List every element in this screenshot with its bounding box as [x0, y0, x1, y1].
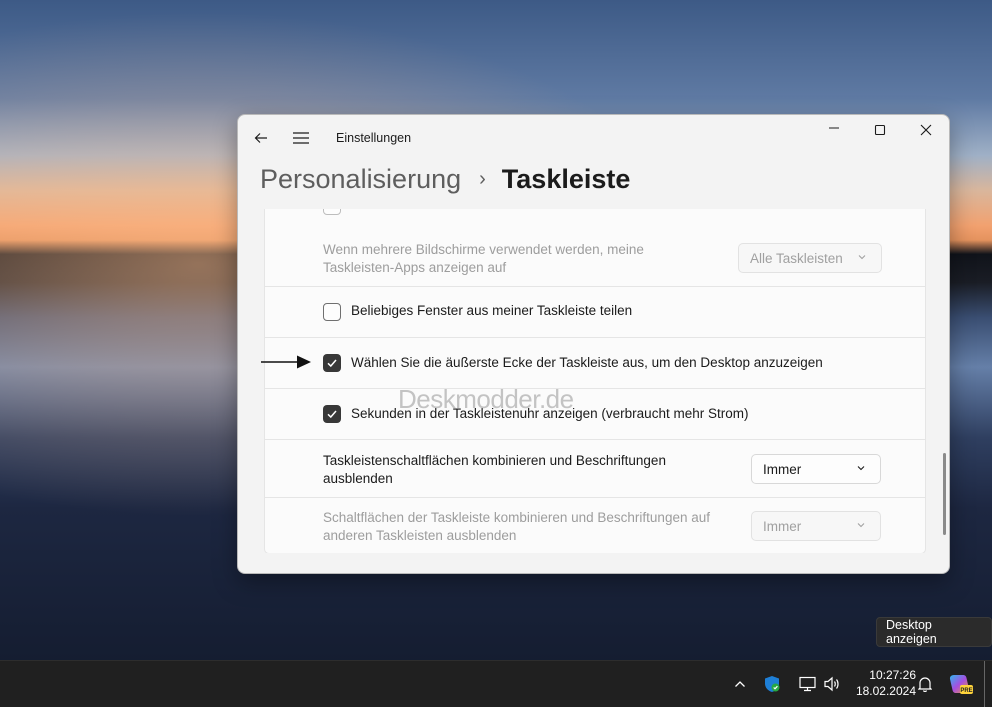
notification-bell-icon	[918, 677, 932, 692]
windows-security-button[interactable]	[760, 661, 784, 707]
title-bar[interactable]: Einstellungen	[238, 115, 949, 161]
far-corner-label: Wählen Sie die äußerste Ecke der Tasklei…	[351, 355, 823, 370]
setting-row-multi-monitor: Wenn mehrere Bildschirme verwendet werde…	[264, 229, 926, 287]
maximize-icon	[874, 124, 886, 136]
tooltip: Desktop anzeigen	[876, 617, 992, 647]
close-icon	[920, 124, 932, 136]
checkmark-icon	[327, 359, 337, 368]
minimize-icon	[829, 127, 839, 129]
far-corner-checkbox[interactable]	[323, 354, 341, 372]
breadcrumb: Personalisierung › Taskleiste	[260, 159, 630, 199]
multi-monitor-label: Wenn mehrere Bildschirme verwendet werde…	[323, 242, 644, 275]
annotation-arrow-icon	[261, 354, 313, 375]
settings-window: Einstellungen Personalisierung › Tasklei…	[237, 114, 950, 574]
svg-text:PRE: PRE	[960, 688, 972, 694]
seconds-checkbox[interactable]	[323, 405, 341, 423]
combine-other-label: Schaltflächen der Taskleiste kombinieren…	[323, 510, 710, 543]
breadcrumb-parent[interactable]: Personalisierung	[260, 164, 461, 195]
multi-monitor-dropdown[interactable]: Alle Taskleisten	[738, 243, 882, 273]
setting-row-far-corner: Wählen Sie die äußerste Ecke der Tasklei…	[264, 338, 926, 389]
partial-checkbox[interactable]	[323, 209, 341, 215]
show-desktop-button[interactable]	[984, 661, 992, 707]
back-button[interactable]	[244, 123, 278, 153]
scrollbar-thumb[interactable]	[943, 453, 946, 535]
minimize-button[interactable]	[811, 115, 857, 145]
share-window-checkbox[interactable]	[323, 303, 341, 321]
copilot-button[interactable]: PRE	[946, 661, 976, 707]
multi-monitor-value: Alle Taskleisten	[750, 250, 843, 266]
back-arrow-icon	[254, 133, 267, 143]
combine-other-value: Immer	[763, 518, 802, 534]
quick-settings-button[interactable]	[790, 661, 850, 707]
share-window-label: Beliebiges Fenster aus meiner Taskleiste…	[351, 303, 633, 318]
chevron-down-icon	[858, 255, 866, 260]
settings-list[interactable]: Wenn mehrere Bildschirme verwendet werde…	[264, 209, 926, 553]
clock-date: 18.02.2024	[855, 684, 916, 698]
setting-row-share-window: Beliebiges Fenster aus meiner Taskleiste…	[264, 287, 926, 338]
volume-icon	[824, 676, 839, 692]
windows-security-icon	[765, 676, 780, 692]
navigation-menu-button[interactable]	[284, 123, 318, 153]
copilot-icon: PRE	[949, 675, 973, 694]
combine-other-dropdown[interactable]: Immer	[751, 511, 881, 541]
app-title: Einstellungen	[336, 131, 412, 145]
setting-row-partial	[264, 209, 926, 230]
clock-time: 10:27:26	[869, 668, 916, 682]
breadcrumb-separator: ›	[479, 167, 486, 190]
checkmark-icon	[327, 410, 337, 419]
chevron-up-icon	[735, 681, 745, 687]
close-button[interactable]	[903, 115, 949, 145]
combine-label: Taskleistenschaltflächen kombinieren und…	[323, 453, 666, 486]
chevron-down-icon	[857, 523, 865, 528]
show-hidden-icons-button[interactable]	[728, 661, 752, 707]
setting-row-combine-other: Schaltflächen der Taskleiste kombinieren…	[264, 498, 926, 553]
watermark: Deskmodder.de	[398, 384, 574, 414]
page-title: Taskleiste	[501, 163, 631, 194]
clock[interactable]: 10:27:26 18.02.2024	[846, 667, 916, 699]
hamburger-menu-icon	[293, 132, 309, 144]
combine-value: Immer	[763, 461, 802, 477]
combine-dropdown[interactable]: Immer	[751, 454, 881, 484]
chevron-down-icon	[857, 466, 865, 471]
taskbar: 10:27:26 18.02.2024 PRE	[0, 660, 992, 707]
setting-row-combine: Taskleistenschaltflächen kombinieren und…	[264, 440, 926, 498]
maximize-button[interactable]	[857, 115, 903, 145]
network-icon	[799, 676, 816, 692]
notification-center-button[interactable]	[914, 661, 936, 707]
setting-row-seconds: Sekunden in der Taskleistenuhr anzeigen …	[264, 389, 926, 440]
